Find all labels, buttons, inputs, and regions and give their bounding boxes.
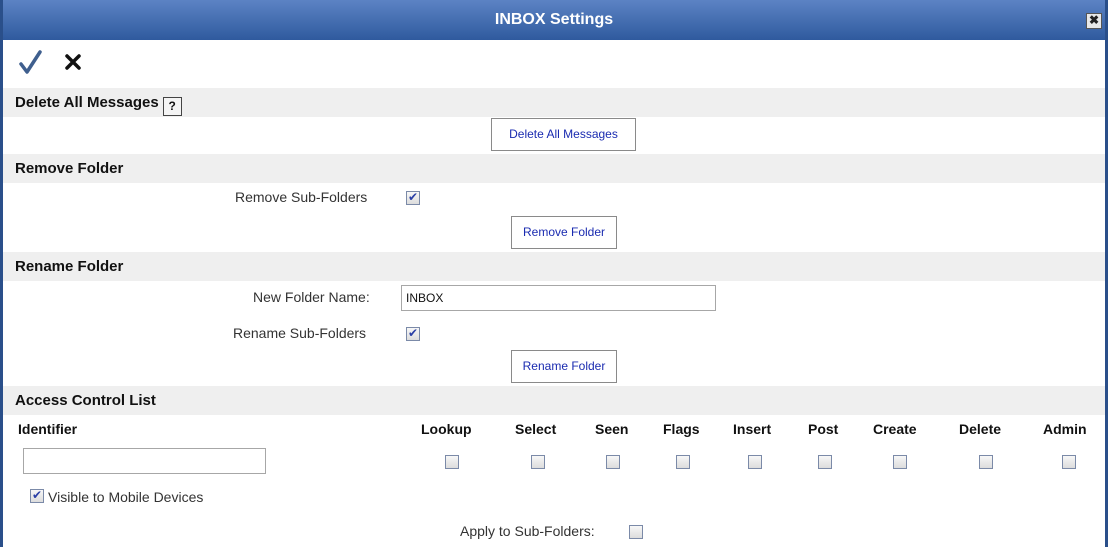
visible-mobile-checkbox[interactable] — [30, 488, 44, 503]
identifier-input[interactable] — [23, 448, 266, 474]
x-icon[interactable] — [59, 48, 87, 76]
section-rename-title: Rename Folder — [15, 258, 124, 275]
perm-header-create: Create — [873, 421, 917, 437]
check-icon[interactable] — [17, 48, 45, 76]
apply-subfolders-checkbox[interactable] — [629, 525, 643, 539]
perm-header-select: Select — [515, 421, 557, 437]
perm-checkbox-insert[interactable] — [748, 455, 762, 469]
perm-checkbox-post[interactable] — [818, 455, 832, 469]
rename-subfolders-checkbox[interactable] — [406, 326, 420, 341]
perm-header-admin: Admin — [1043, 421, 1087, 437]
identifier-header: Identifier — [18, 421, 78, 437]
perm-checkbox-create[interactable] — [893, 455, 907, 469]
dialog-title: INBOX Settings — [494, 11, 614, 28]
delete-all-messages-button[interactable]: Delete All Messages — [491, 118, 636, 151]
perm-header-insert: Insert — [733, 421, 772, 437]
remove-subfolders-checkbox[interactable] — [406, 190, 420, 205]
toolbar — [3, 40, 1105, 84]
new-folder-name-input[interactable] — [401, 285, 716, 311]
perm-header-post: Post — [808, 421, 839, 437]
perm-checkbox-delete[interactable] — [979, 455, 993, 469]
perm-checkbox-admin[interactable] — [1062, 455, 1076, 469]
apply-subfolders-label: Apply to Sub-Folders: — [460, 523, 595, 539]
visible-mobile-label: Visible to Mobile Devices — [48, 489, 204, 505]
perm-checkbox-lookup[interactable] — [445, 455, 459, 469]
section-acl-title: Access Control List — [15, 392, 156, 409]
section-delete-title: Delete All Messages — [15, 94, 159, 111]
section-rename-heading: Rename Folder — [3, 252, 1105, 281]
perm-checkbox-seen[interactable] — [606, 455, 620, 469]
perm-header-lookup: Lookup — [421, 421, 472, 437]
perm-checkbox-select[interactable] — [531, 455, 545, 469]
help-icon[interactable]: ? — [162, 97, 182, 116]
perm-header-seen: Seen — [595, 421, 629, 437]
perm-header-flags: Flags — [663, 421, 700, 437]
new-folder-name-label: New Folder Name: — [253, 289, 370, 305]
section-acl-heading: Access Control List — [3, 386, 1105, 415]
rename-folder-button[interactable]: Rename Folder — [511, 350, 617, 383]
section-remove-heading: Remove Folder — [3, 154, 1105, 183]
remove-folder-button[interactable]: Remove Folder — [511, 216, 617, 249]
remove-subfolders-label: Remove Sub-Folders — [235, 189, 368, 205]
rename-subfolders-label: Rename Sub-Folders — [233, 325, 367, 341]
perm-checkbox-flags[interactable] — [676, 455, 690, 469]
settings-dialog: INBOX Settings ✖ Delete All Messages? De… — [0, 0, 1108, 547]
section-remove-title: Remove Folder — [15, 160, 124, 177]
section-delete-heading: Delete All Messages? — [3, 88, 1105, 117]
dialog-titlebar: INBOX Settings ✖ — [3, 0, 1105, 40]
perm-header-delete: Delete — [959, 421, 1002, 437]
close-icon[interactable]: ✖ — [1086, 13, 1102, 29]
